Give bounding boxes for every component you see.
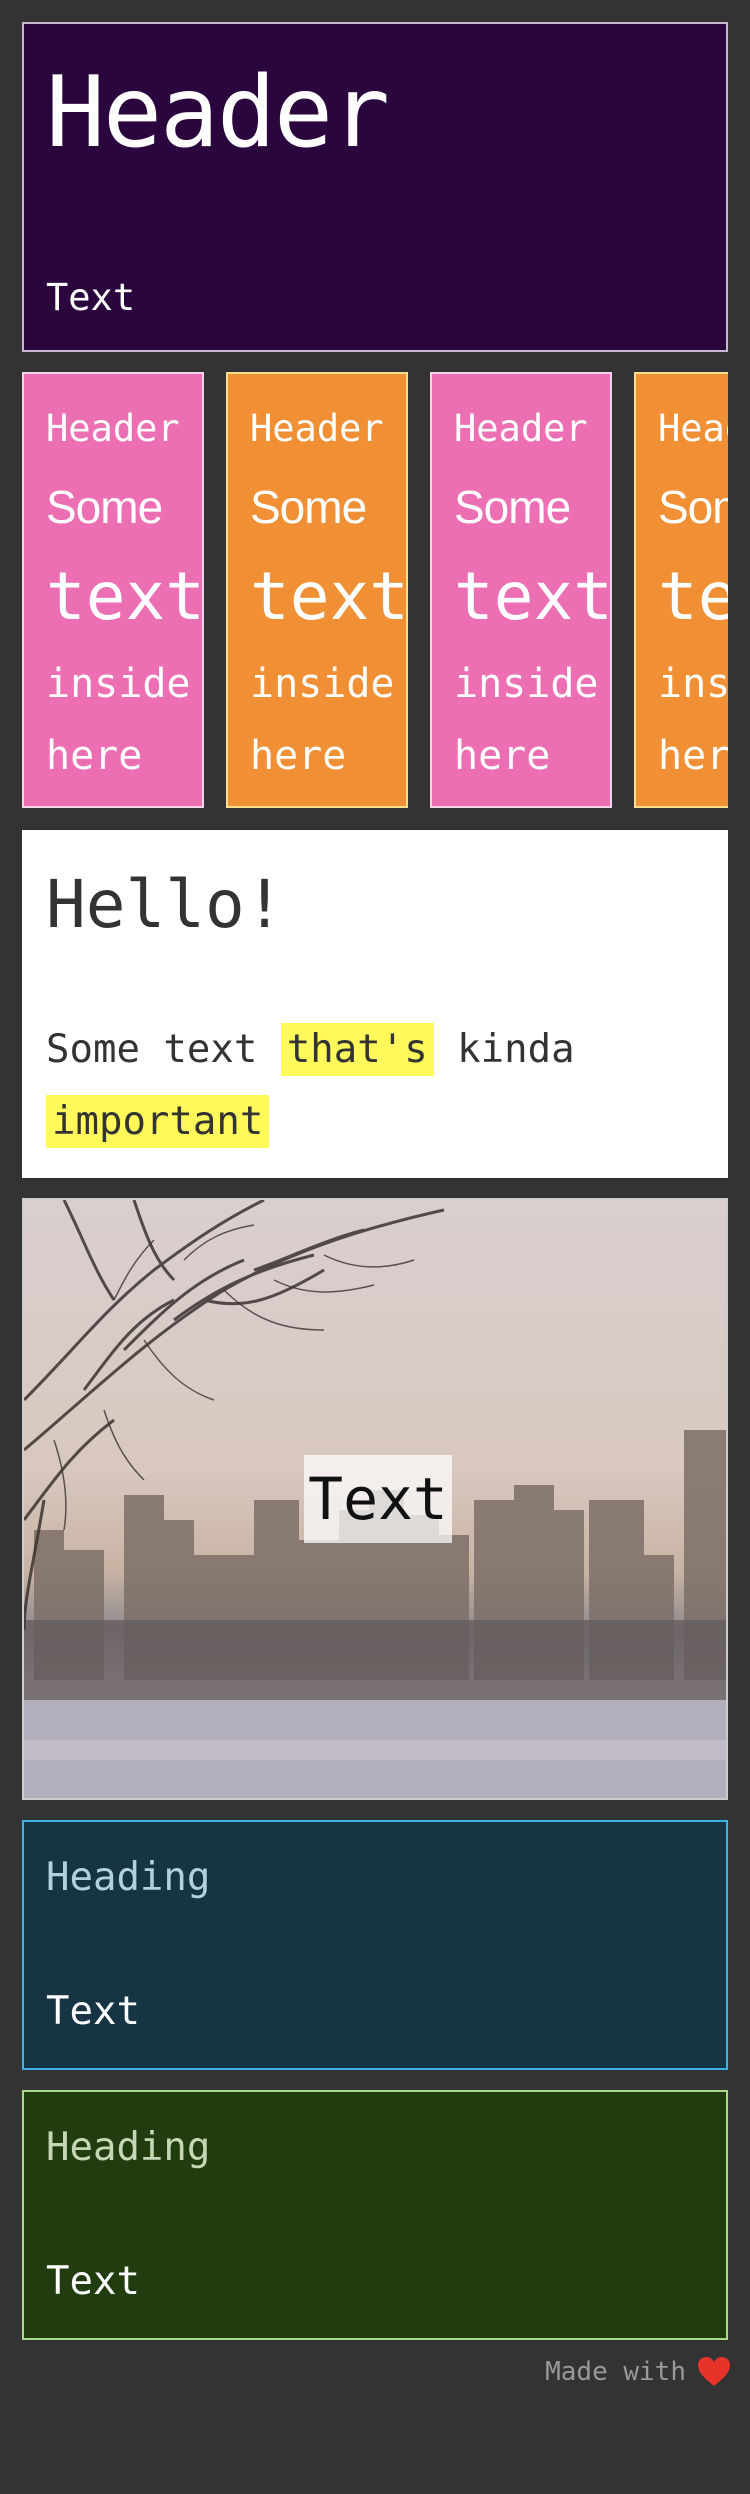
image-panel: Text <box>22 1198 728 1800</box>
card-text-line: inside <box>250 661 395 707</box>
card-header: Header <box>454 407 588 450</box>
card-text-line: here <box>46 733 143 779</box>
header-title: Header <box>46 56 390 170</box>
blue-panel: Heading Text <box>22 1820 728 2070</box>
card-text-line: Some <box>46 481 163 533</box>
hello-panel: Hello! Some text that's kinda important <box>22 830 728 1178</box>
green-panel: Heading Text <box>22 2090 728 2340</box>
card: Header Some text inside here <box>634 372 728 808</box>
card: Header Some text inside here <box>226 372 408 808</box>
card-text-line: inside <box>454 661 599 707</box>
card-text-line: here <box>454 733 551 779</box>
card-text-line: inside <box>46 661 191 707</box>
panel-heading: Heading <box>46 1855 211 1900</box>
highlight-mark: important <box>46 1095 270 1148</box>
footer: Made with <box>545 2352 730 2392</box>
cards-row: Header Some text inside here Header Some… <box>22 372 728 810</box>
hello-paragraph: Some text that's kinda important <box>46 1014 696 1158</box>
card-header: Header <box>250 407 384 450</box>
card-text-line: text <box>46 558 204 635</box>
card-text-line: text <box>250 558 408 635</box>
image-caption: Text <box>304 1455 452 1543</box>
highlight-mark: that's <box>280 1023 434 1076</box>
card-text-line: Some <box>454 481 571 533</box>
card-text-line: text <box>454 558 612 635</box>
card-text-line: text <box>658 558 728 635</box>
panel-heading: Heading <box>46 2125 211 2170</box>
paragraph-text: Some text <box>46 1027 281 1072</box>
card-header: Header <box>46 407 180 450</box>
panel-text: Text <box>46 1989 140 2034</box>
card-text-line: Some <box>658 481 728 533</box>
card: Header Some text inside here <box>430 372 612 808</box>
header-panel: Header Text <box>22 22 728 352</box>
header-text: Text <box>46 276 136 319</box>
card-text-line: Some <box>250 481 367 533</box>
card-text-line: here <box>250 733 347 779</box>
panel-text: Text <box>46 2259 140 2304</box>
footer-text: Made with <box>545 2357 686 2387</box>
hello-title: Hello! <box>46 866 285 943</box>
card-text-line: inside <box>658 661 728 707</box>
card: Header Some text inside here <box>22 372 204 808</box>
card-header: Header <box>658 407 728 450</box>
card-text-line: here <box>658 733 728 779</box>
heart-icon <box>698 2357 730 2386</box>
paragraph-text: kinda <box>433 1027 575 1072</box>
